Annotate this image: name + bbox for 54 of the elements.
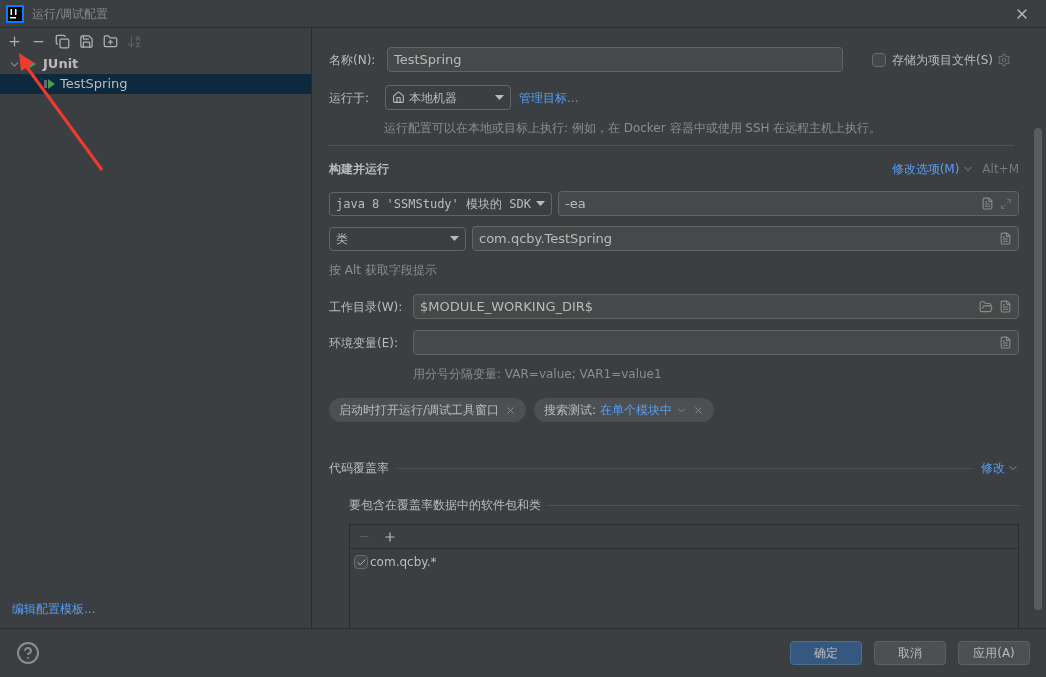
option-chip[interactable]: 搜索测试: 在单个模块中	[534, 398, 715, 422]
folder-icon[interactable]	[979, 299, 993, 314]
add-icon[interactable]	[383, 529, 397, 544]
shortcut-text: Alt+M	[982, 161, 1019, 178]
package-entry: com.qcby.*	[370, 554, 437, 571]
expand-icon[interactable]	[1000, 197, 1012, 210]
dialog-button[interactable]: 应用(A)	[958, 641, 1030, 665]
edit-templates-link[interactable]: 编辑配置模板...	[0, 600, 311, 628]
document-icon[interactable]	[999, 300, 1012, 313]
name-field[interactable]: TestSpring	[387, 47, 843, 72]
caret-icon	[450, 236, 459, 241]
option-chip[interactable]: 启动时打开运行/调试工具窗口	[329, 398, 527, 422]
field-label: 运行于:	[329, 89, 371, 107]
help-icon[interactable]	[16, 641, 40, 665]
add-icon[interactable]	[7, 33, 22, 49]
checkbox[interactable]	[872, 52, 886, 67]
field-label: 环境变量(E):	[329, 334, 399, 352]
manage-targets-link[interactable]: 管理目标...	[519, 88, 579, 107]
settings-icon[interactable]	[997, 52, 1011, 67]
home-icon	[392, 91, 405, 104]
modify-options-link[interactable]: 修改选项(M)	[891, 160, 960, 178]
save-icon[interactable]	[79, 33, 94, 49]
test-kind-dropdown[interactable]: 类	[329, 226, 466, 251]
hint-text: 用分号分隔变量: VAR=value; VAR1=value1	[413, 366, 663, 383]
scrollbar[interactable]	[1033, 128, 1042, 610]
subsection-title: 要包含在覆盖率数据中的软件包和类	[349, 497, 541, 514]
folder-plus-icon[interactable]	[103, 33, 118, 49]
caret-icon	[495, 95, 504, 100]
dialog-button[interactable]: 取消	[874, 641, 946, 665]
copy-icon[interactable]	[55, 33, 70, 49]
field-label: 名称(N):	[329, 51, 377, 69]
class-field[interactable]: com.qcby.TestSpring	[472, 226, 1019, 251]
document-icon[interactable]	[981, 197, 994, 210]
section-title: 构建并运行	[329, 161, 389, 178]
document-icon[interactable]	[999, 336, 1012, 349]
modify-link[interactable]: 修改	[981, 459, 1005, 477]
working-dir-field[interactable]: $MODULE_WORKING_DIR$	[413, 294, 1019, 319]
jre-dropdown[interactable]: java 8 'SSMStudy' 模块的 SDK	[329, 191, 552, 216]
env-vars-field[interactable]	[413, 330, 1019, 355]
field-label: 工作目录(W):	[329, 298, 404, 316]
vm-options-field[interactable]: -ea	[558, 191, 1019, 216]
checkbox[interactable]	[354, 555, 368, 569]
window-title: 运行/调试配置	[32, 5, 109, 23]
play-icon	[44, 78, 56, 90]
hint-text: 按 Alt 获取字段提示	[329, 262, 438, 279]
dialog-button[interactable]: 确定	[790, 641, 862, 665]
close-icon[interactable]	[693, 404, 705, 416]
section-title: 代码覆盖率	[329, 460, 389, 477]
tree-item[interactable]: TestSpring	[0, 74, 311, 94]
app-logo-icon	[6, 4, 24, 23]
caret-icon	[536, 201, 545, 206]
checkbox-label: 存储为项目文件(S)	[892, 51, 993, 69]
document-icon[interactable]	[999, 232, 1012, 245]
run-target-dropdown[interactable]: 本地机器	[385, 85, 511, 110]
